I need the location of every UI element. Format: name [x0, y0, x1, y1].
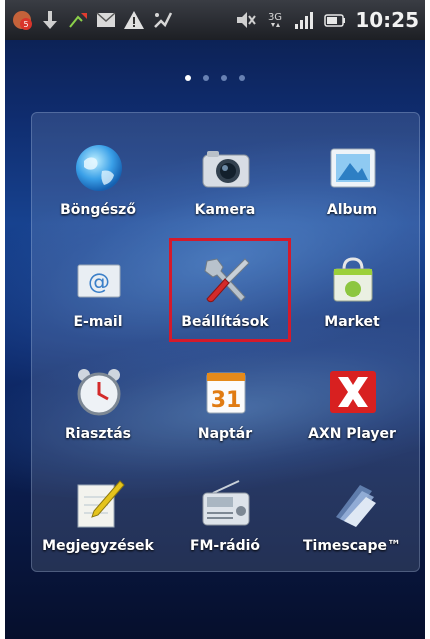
message-icon [96, 12, 116, 27]
svg-text:@: @ [88, 270, 110, 295]
camera-icon [202, 151, 250, 188]
app-label: FM-rádió [189, 538, 261, 554]
app-album[interactable]: Album [292, 127, 412, 227]
settings-highlight-box [169, 238, 291, 342]
app-email[interactable]: @ E-mail [38, 239, 158, 339]
app-fm-radio[interactable]: FM-rádió [165, 463, 285, 563]
status-bar[interactable]: 5 3G 10:25 [5, 0, 425, 40]
app-label: Böngésző [60, 202, 136, 218]
calendar-icon: 31 [206, 372, 246, 414]
app-notes[interactable]: Megjegyzések [38, 463, 158, 563]
signal-icon [295, 12, 314, 29]
svg-text:5: 5 [23, 20, 28, 29]
app-browser[interactable]: Böngésző [38, 127, 158, 227]
app-label: Riasztás [65, 426, 131, 442]
app-label: Market [324, 314, 380, 330]
notes-icon [77, 480, 125, 528]
app-axn-player[interactable]: AXN Player [292, 351, 412, 451]
page-dot[interactable] [239, 75, 245, 81]
mute-icon [237, 12, 257, 28]
clock: 10:25 [355, 8, 419, 32]
download-icon [43, 11, 57, 29]
app-grid: Böngésző Kamera Album @ E-mail Beállítás… [32, 113, 419, 571]
market-bag-icon [333, 257, 373, 302]
app-alarm[interactable]: Riasztás [38, 351, 158, 451]
browser-globe-icon [76, 145, 122, 191]
app-camera[interactable]: Kamera [165, 127, 285, 227]
system-icons: 3G 10:25 [235, 8, 425, 32]
app-label: AXN Player [308, 426, 396, 442]
page-dot[interactable] [221, 75, 227, 81]
app-label: Kamera [194, 202, 256, 218]
page-dot-active[interactable] [185, 75, 191, 81]
missed-call-icon [69, 13, 87, 28]
usb-debug-icon [154, 12, 173, 28]
app-drawer-panel: Böngésző Kamera Album @ E-mail Beállítás… [31, 112, 420, 572]
app-label: E-mail [73, 314, 123, 330]
email-icon: @ [77, 264, 121, 298]
page-dot[interactable] [203, 75, 209, 81]
3g-icon: 3G [268, 12, 282, 27]
fm-radio-icon [202, 480, 250, 526]
app-market[interactable]: Market [292, 239, 412, 339]
svg-text:3G: 3G [268, 12, 282, 23]
app-timescape[interactable]: Timescape™ [292, 463, 412, 563]
app-calendar[interactable]: 31 Naptár [165, 351, 285, 451]
app-label: Naptár [197, 426, 253, 442]
battery-icon [324, 14, 346, 27]
app-label: Megjegyzések [42, 538, 154, 554]
phone-screen: 5 3G 10:25 Böngésző Kamera Album @ E-mai… [5, 0, 425, 639]
app-label: Album [326, 202, 378, 218]
xperia-app-notification-icon: 5 [13, 11, 32, 30]
album-icon [330, 148, 376, 188]
svg-text:31: 31 [211, 388, 242, 413]
timescape-icon [336, 485, 376, 527]
alarm-clock-icon [77, 369, 121, 416]
axn-player-icon [330, 371, 376, 413]
warning-icon [124, 11, 144, 29]
notification-icons: 5 [5, 9, 173, 31]
home-page-indicator[interactable] [5, 75, 425, 81]
app-label: Timescape™ [302, 538, 402, 554]
